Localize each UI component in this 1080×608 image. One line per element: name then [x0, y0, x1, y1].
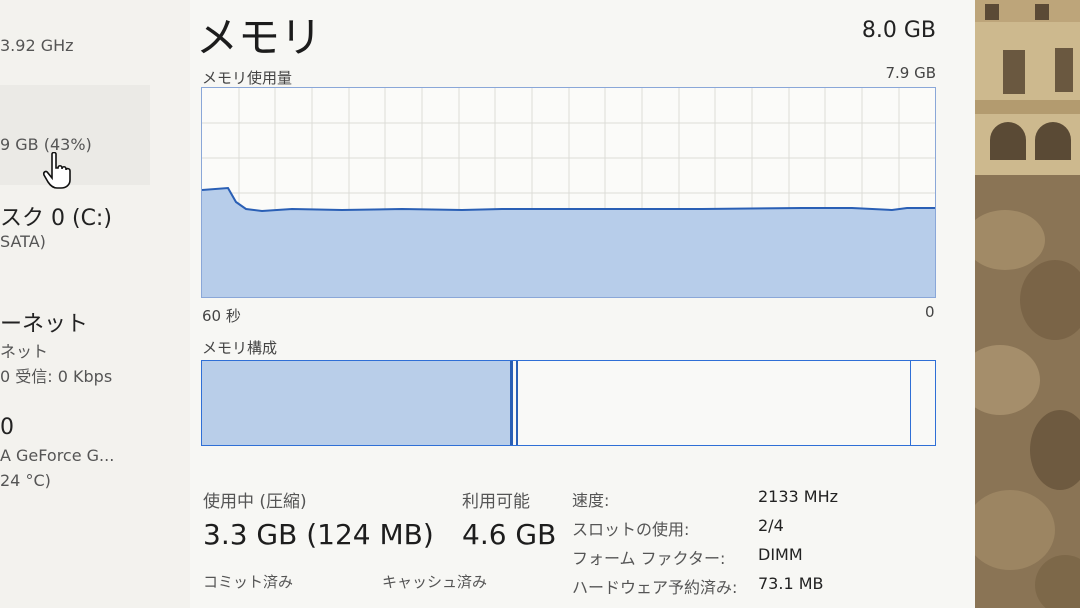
available-label: 利用可能: [462, 492, 530, 512]
memory-usage-graph: [201, 87, 936, 298]
usage-graph-svg: [202, 88, 935, 297]
composition-in-use[interactable]: [202, 361, 513, 445]
graph-time-start: 60 秒: [202, 307, 241, 325]
sidebar-item-network[interactable]: ーネット: [0, 306, 88, 338]
in-use-label: 使用中 (圧縮): [203, 492, 307, 512]
usage-graph-max: 7.9 GB: [885, 64, 936, 82]
available-value: 4.6 GB: [462, 518, 557, 551]
speed-value: 2133 MHz: [758, 487, 839, 506]
slots-value: 2/4: [758, 516, 784, 535]
network-throughput: 0 受信: 0 Kbps: [0, 367, 113, 386]
speed-label: 速度:: [572, 491, 610, 510]
total-memory: 8.0 GB: [861, 18, 936, 43]
in-use-value: 3.3 GB (124 MB): [203, 518, 434, 551]
hand-cursor-icon: [43, 152, 71, 189]
gpu-temperature: 24 °C): [0, 471, 51, 490]
composition-modified[interactable]: [516, 361, 518, 445]
sidebar-item-gpu[interactable]: 0: [0, 415, 14, 440]
hardware-reserved-label: ハードウェア予約済み:: [572, 578, 738, 597]
resource-sidebar: 3.92 GHz 9 GB (43%) スク 0 (C:) SATA) ーネット…: [0, 0, 190, 608]
sidebar-item-disk[interactable]: スク 0 (C:): [0, 200, 112, 232]
composition-standby-boundary: [910, 361, 911, 445]
usage-graph-label: メモリ使用量: [202, 69, 293, 87]
slots-label: スロットの使用:: [572, 520, 690, 539]
cached-label: キャッシュ済み: [382, 573, 488, 591]
disk-type: SATA): [0, 232, 46, 251]
memory-composition-bar: [201, 360, 936, 446]
page-title: メモリ: [196, 13, 323, 62]
cpu-speed: 3.92 GHz: [0, 36, 74, 55]
graph-time-end: 0: [925, 303, 935, 321]
committed-label: コミット済み: [203, 573, 294, 591]
network-adapter: ネット: [0, 342, 49, 361]
composition-label: メモリ構成: [202, 339, 278, 357]
background-photo: [975, 0, 1080, 608]
form-factor-label: フォーム ファクター:: [572, 549, 726, 568]
gpu-model: A GeForce G...: [0, 446, 115, 465]
form-factor-value: DIMM: [758, 545, 803, 564]
hardware-reserved-value: 73.1 MB: [758, 574, 824, 593]
